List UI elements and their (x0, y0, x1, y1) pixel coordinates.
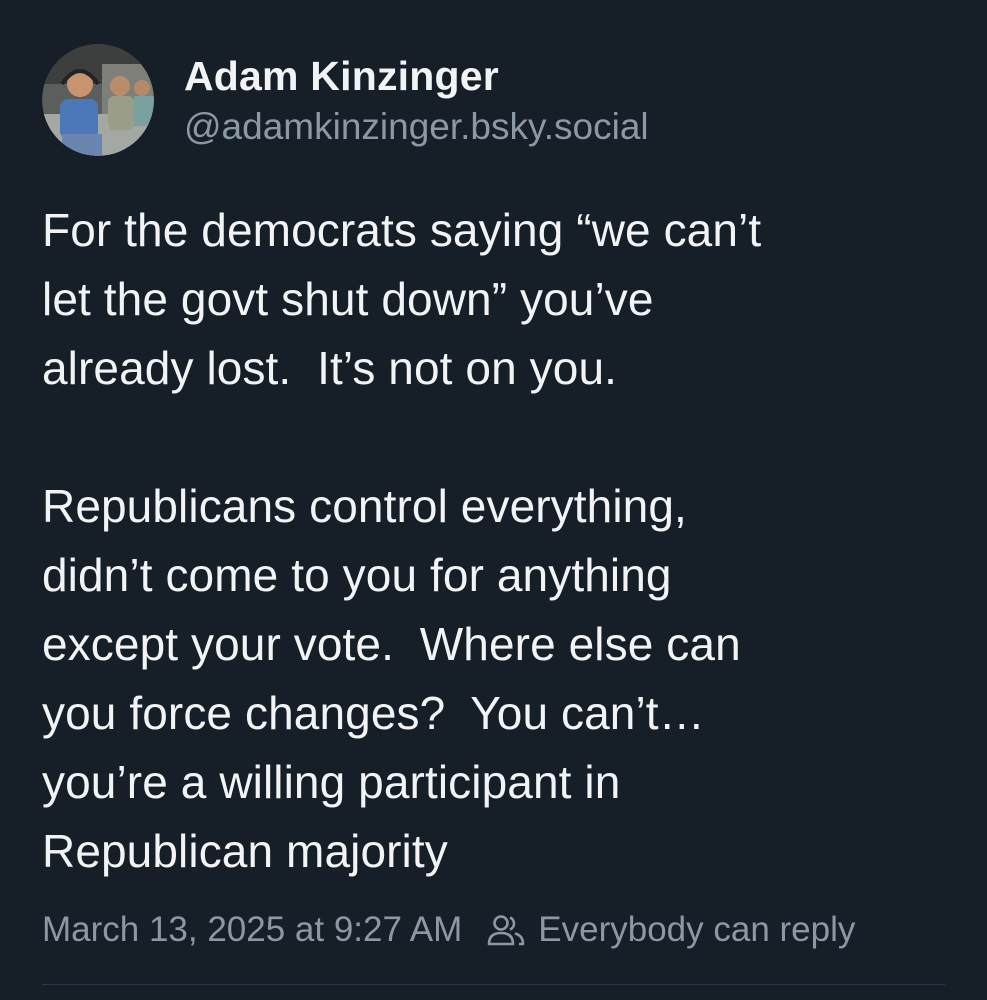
post: Adam Kinzinger @adamkinzinger.bsky.socia… (0, 0, 987, 1000)
reply-setting-label: Everybody can reply (538, 910, 856, 949)
avatar[interactable] (42, 44, 154, 156)
post-text: For the democrats saying “we can’t let t… (42, 204, 762, 877)
people-icon (487, 915, 525, 946)
author-display-name[interactable]: Adam Kinzinger (184, 52, 649, 101)
reply-setting: Everybody can reply (486, 906, 855, 954)
post-meta: March 13, 2025 at 9:27 AM Everybody can … (42, 906, 855, 954)
author-handle[interactable]: @adamkinzinger.bsky.social (184, 105, 649, 149)
divider (42, 984, 945, 985)
avatar-image (42, 44, 154, 156)
author-info: Adam Kinzinger @adamkinzinger.bsky.socia… (184, 52, 649, 150)
post-header: Adam Kinzinger @adamkinzinger.bsky.socia… (42, 44, 649, 159)
post-timestamp[interactable]: March 13, 2025 at 9:27 AM (42, 906, 462, 954)
